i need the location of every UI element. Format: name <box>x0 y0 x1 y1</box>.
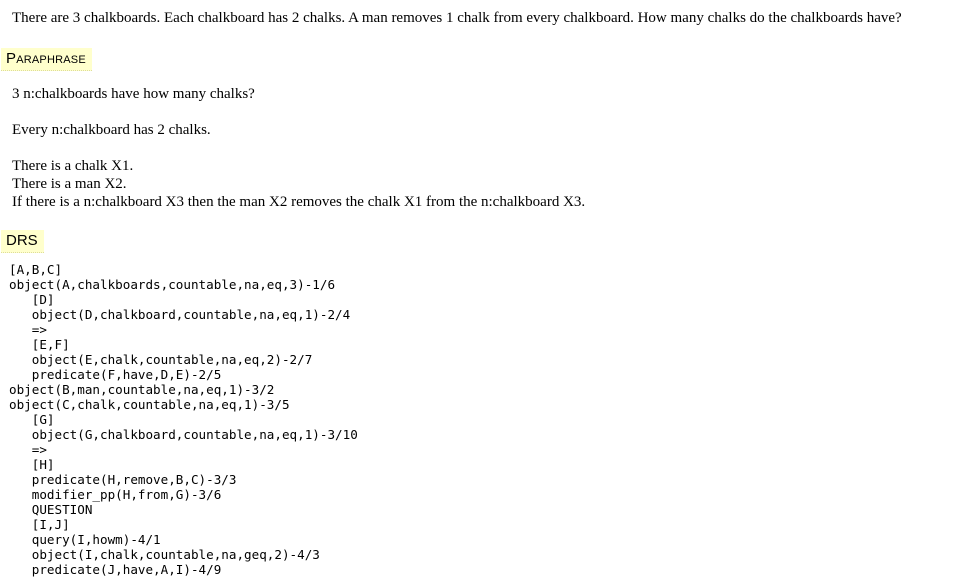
drs-line: object(E,chalk,countable,na,eq,2)-2/7 <box>9 352 313 367</box>
drs-block: [A,B,C] object(A,chalkboards,countable,n… <box>9 262 358 577</box>
drs-line: [A,B,C] <box>9 262 63 277</box>
paraphrase-line: Every n:chalkboard has 2 chalks. <box>12 122 211 138</box>
paraphrase-line: There is a man X2. <box>12 176 127 192</box>
problem-text: There are 3 chalkboards. Each chalkboard… <box>12 10 902 26</box>
drs-line: [I,J] <box>9 517 70 532</box>
drs-line: [H] <box>9 457 55 472</box>
drs-line: [E,F] <box>9 337 70 352</box>
drs-line: predicate(F,have,D,E)-2/5 <box>9 367 222 382</box>
paraphrase-label: Paraphrase <box>1 48 92 71</box>
drs-line: query(I,howm)-4/1 <box>9 532 161 547</box>
drs-line: predicate(H,remove,B,C)-3/3 <box>9 472 237 487</box>
paraphrase-line: 3 n:chalkboards have how many chalks? <box>12 86 255 102</box>
drs-line: modifier_pp(H,from,G)-3/6 <box>9 487 222 502</box>
drs-label: DRS <box>1 230 44 253</box>
drs-line: object(G,chalkboard,countable,na,eq,1)-3… <box>9 427 358 442</box>
drs-line: object(D,chalkboard,countable,na,eq,1)-2… <box>9 307 351 322</box>
drs-line: [D] <box>9 292 55 307</box>
drs-line: object(B,man,countable,na,eq,1)-3/2 <box>9 382 275 397</box>
drs-line: => <box>9 322 47 337</box>
drs-line: object(C,chalk,countable,na,eq,1)-3/5 <box>9 397 290 412</box>
drs-line: object(A,chalkboards,countable,na,eq,3)-… <box>9 277 336 292</box>
paraphrase-line: There is a chalk X1. <box>12 158 134 174</box>
drs-line: object(I,chalk,countable,na,geq,2)-4/3 <box>9 547 320 562</box>
paraphrase-line: If there is a n:chalkboard X3 then the m… <box>12 194 586 210</box>
drs-line: [G] <box>9 412 55 427</box>
drs-line: QUESTION <box>9 502 93 517</box>
drs-line: => <box>9 442 47 457</box>
drs-line: predicate(J,have,A,I)-4/9 <box>9 562 222 577</box>
